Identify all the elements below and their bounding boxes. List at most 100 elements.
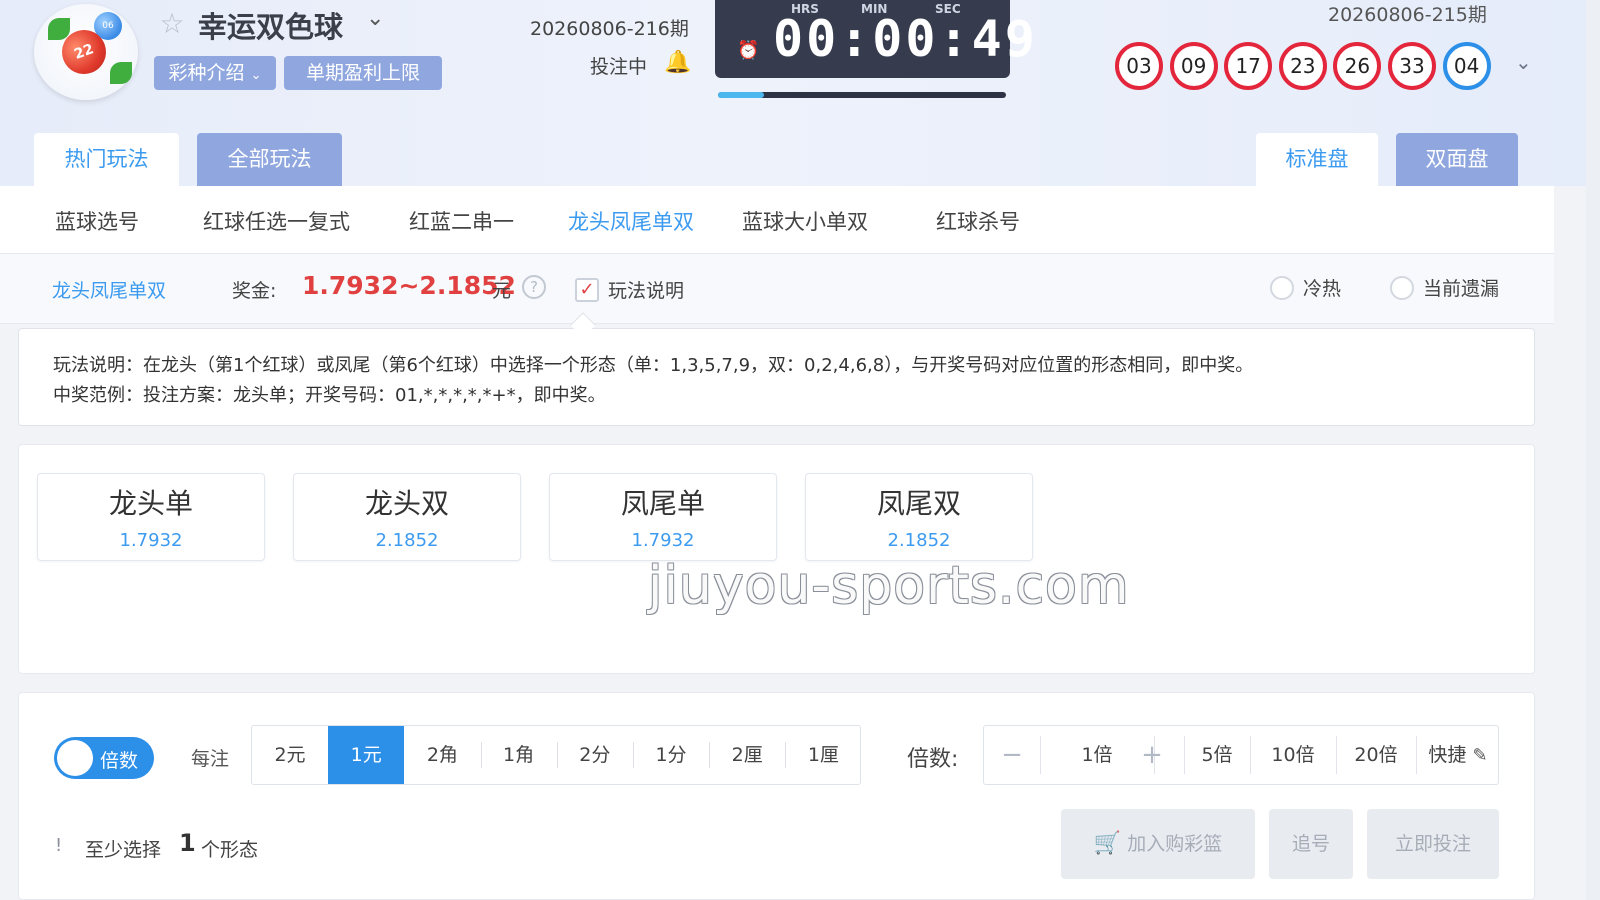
hint-count: 1 <box>179 829 196 857</box>
unit-option[interactable]: 1分 <box>633 726 709 784</box>
prize-label: 奖金: <box>232 280 277 302</box>
divider <box>633 742 634 768</box>
quick-20x-button[interactable]: 20倍 <box>1336 726 1416 784</box>
minus-button[interactable]: − <box>984 726 1040 784</box>
prize-value: 1.7932~2.1852 <box>302 271 516 300</box>
unit-option[interactable]: 2厘 <box>709 726 785 784</box>
red-ball: 23 <box>1278 42 1327 90</box>
option-head-even[interactable]: 龙头双 2.1852 <box>293 473 521 561</box>
bet-panel: 倍数 每注 2元 1元 2角 1角 2分 1分 2厘 1厘 倍数: − 1倍 + 5倍 10倍… <box>18 692 1535 900</box>
option-head-odd[interactable]: 龙头单 1.7932 <box>37 473 265 561</box>
option-name: 龙头双 <box>364 487 449 520</box>
unit-option[interactable]: 1角 <box>481 726 557 784</box>
quick-5x-button[interactable]: 5倍 <box>1184 726 1250 784</box>
red-ball: 03 <box>1115 42 1163 90</box>
active-rule-label: 龙头凤尾单双 <box>52 280 167 302</box>
previous-issue: 20260806-215期 <box>1328 4 1487 26</box>
chase-number-button[interactable]: 追号 <box>1269 809 1353 879</box>
quick-button[interactable]: 快捷 ✎ <box>1416 726 1500 784</box>
info-icon: ! <box>55 835 63 856</box>
option-name: 凤尾单 <box>620 487 705 520</box>
intro-label: 彩种介绍 <box>168 62 245 84</box>
rule-subnav: 蓝球选号 红球任选一复式 红蓝二串一 龙头凤尾单双 蓝球大小单双 红球杀号 <box>0 186 1554 254</box>
multiplier-label: 倍数: <box>907 747 959 772</box>
tab-standard[interactable]: 标准盘 <box>1256 133 1378 186</box>
divider <box>480 742 482 768</box>
quick-10x-button[interactable]: 10倍 <box>1250 726 1336 784</box>
divider <box>709 742 711 768</box>
hint-text: 至少选择 <box>85 839 162 861</box>
option-tail-odd[interactable]: 凤尾单 1.7932 <box>549 473 777 561</box>
option-odds: 1.7932 <box>631 530 695 551</box>
red-ball: 33 <box>1388 42 1436 90</box>
chevron-down-icon[interactable]: ⌄ <box>366 6 384 31</box>
chevron-down-icon[interactable]: ⌄ <box>1515 50 1532 74</box>
rule-toggle-label[interactable]: 玩法说明 <box>608 276 684 303</box>
scrollbar[interactable] <box>1586 0 1600 900</box>
header: 06 22 ☆ 幸运双色球 ⌄ 彩种介绍 ⌄ 单期盈利上限 20260806-2… <box>0 0 1586 186</box>
edit-icon: ✎ <box>1472 745 1488 766</box>
rule-example-line: 中奖范例：投注方案：龙头单；开奖号码：01,*,*,*,*,*+*，即中奖。 <box>53 385 606 406</box>
option-tail-even[interactable]: 凤尾双 2.1852 <box>805 473 1033 561</box>
subnav-item-blue-pick[interactable]: 蓝球选号 <box>55 206 139 236</box>
cold-hot-label[interactable]: 冷热 <box>1303 274 1341 301</box>
watermark: jiuyou-sports.com <box>648 556 1130 616</box>
intro-button[interactable]: 彩种介绍 ⌄ <box>154 56 276 90</box>
game-title[interactable]: 幸运双色球 <box>198 4 343 46</box>
multiplier-toggle[interactable]: 倍数 <box>54 737 154 779</box>
unit-option[interactable]: 2分 <box>557 726 633 784</box>
betting-status: 投注中 <box>590 56 648 78</box>
subnav-item-red-blue-combo[interactable]: 红蓝二串一 <box>409 206 514 236</box>
toggle-label: 倍数 <box>100 750 139 772</box>
unit-option[interactable]: 2角 <box>404 726 480 784</box>
subnav-item-blue-size-parity[interactable]: 蓝球大小单双 <box>742 206 868 236</box>
add-to-cart-button[interactable]: 🛒 加入购彩篮 <box>1061 809 1255 879</box>
tab-double-face[interactable]: 双面盘 <box>1396 133 1518 186</box>
alarm-clock-icon: ⏰ <box>737 40 760 61</box>
missing-radio[interactable] <box>1390 276 1414 300</box>
countdown-progress <box>718 92 1006 98</box>
rule-toggle-checkbox[interactable]: ✓ <box>575 278 599 302</box>
subnav-item-head-tail-odd-even[interactable]: 龙头凤尾单双 <box>568 206 694 236</box>
help-icon[interactable]: ? <box>522 275 546 299</box>
star-icon[interactable]: ☆ <box>156 8 188 40</box>
unit-option[interactable]: 1元 <box>328 726 405 784</box>
quick-label: 快捷 <box>1428 744 1467 766</box>
tab-all[interactable]: 全部玩法 <box>197 133 342 186</box>
option-name: 龙头单 <box>108 487 193 520</box>
chevron-down-icon: ⌄ <box>250 68 262 83</box>
rule-description-line: 玩法说明：在龙头（第1个红球）或凤尾（第6个红球）中选择一个形态（单：1,3,5… <box>53 355 1254 376</box>
prize-unit: 元 <box>492 280 512 302</box>
plus-button[interactable]: + <box>1124 726 1180 784</box>
rule-description: 玩法说明：在龙头（第1个红球）或凤尾（第6个红球）中选择一个形态（单：1,3,5… <box>18 328 1535 426</box>
divider <box>556 742 558 768</box>
option-name: 凤尾双 <box>876 487 961 520</box>
bell-icon: 🔔 <box>664 50 692 75</box>
countdown-progress-fill <box>718 92 765 98</box>
add-to-cart-label: 加入购彩篮 <box>1127 833 1223 855</box>
unit-selector: 2元 1元 2角 1角 2分 1分 2厘 1厘 <box>251 725 861 785</box>
subnav-item-red-any[interactable]: 红球任选一复式 <box>203 206 350 236</box>
red-ball: 09 <box>1169 42 1218 90</box>
unit-option[interactable]: 2元 <box>252 726 328 784</box>
lottery-logo: 06 22 <box>34 4 138 100</box>
checkmark-icon: ✓ <box>579 279 595 300</box>
profit-limit-button[interactable]: 单期盈利上限 <box>284 56 442 90</box>
missing-label[interactable]: 当前遗漏 <box>1423 274 1499 301</box>
unit-option[interactable]: 1厘 <box>785 726 861 784</box>
option-odds: 1.7932 <box>119 530 183 551</box>
hint-suffix: 个形态 <box>201 839 259 861</box>
cold-hot-radio[interactable] <box>1270 276 1294 300</box>
blue-ball: 04 <box>1442 42 1491 90</box>
option-odds: 2.1852 <box>887 530 951 551</box>
multiplier-box: − 1倍 + 5倍 10倍 20倍 快捷 ✎ <box>983 725 1499 785</box>
clover-leaf <box>110 62 132 84</box>
current-issue: 20260806-216期 <box>530 18 689 40</box>
cart-icon: 🛒 <box>1093 831 1122 856</box>
red-ball: 26 <box>1333 42 1382 90</box>
bet-now-button[interactable]: 立即投注 <box>1367 809 1499 879</box>
red-ball: 17 <box>1224 42 1273 90</box>
countdown-timer: HRS MIN SEC ⏰ 00:00:49 <box>715 0 1035 78</box>
subnav-item-red-kill[interactable]: 红球杀号 <box>936 206 1020 236</box>
tab-hot[interactable]: 热门玩法 <box>34 133 179 186</box>
